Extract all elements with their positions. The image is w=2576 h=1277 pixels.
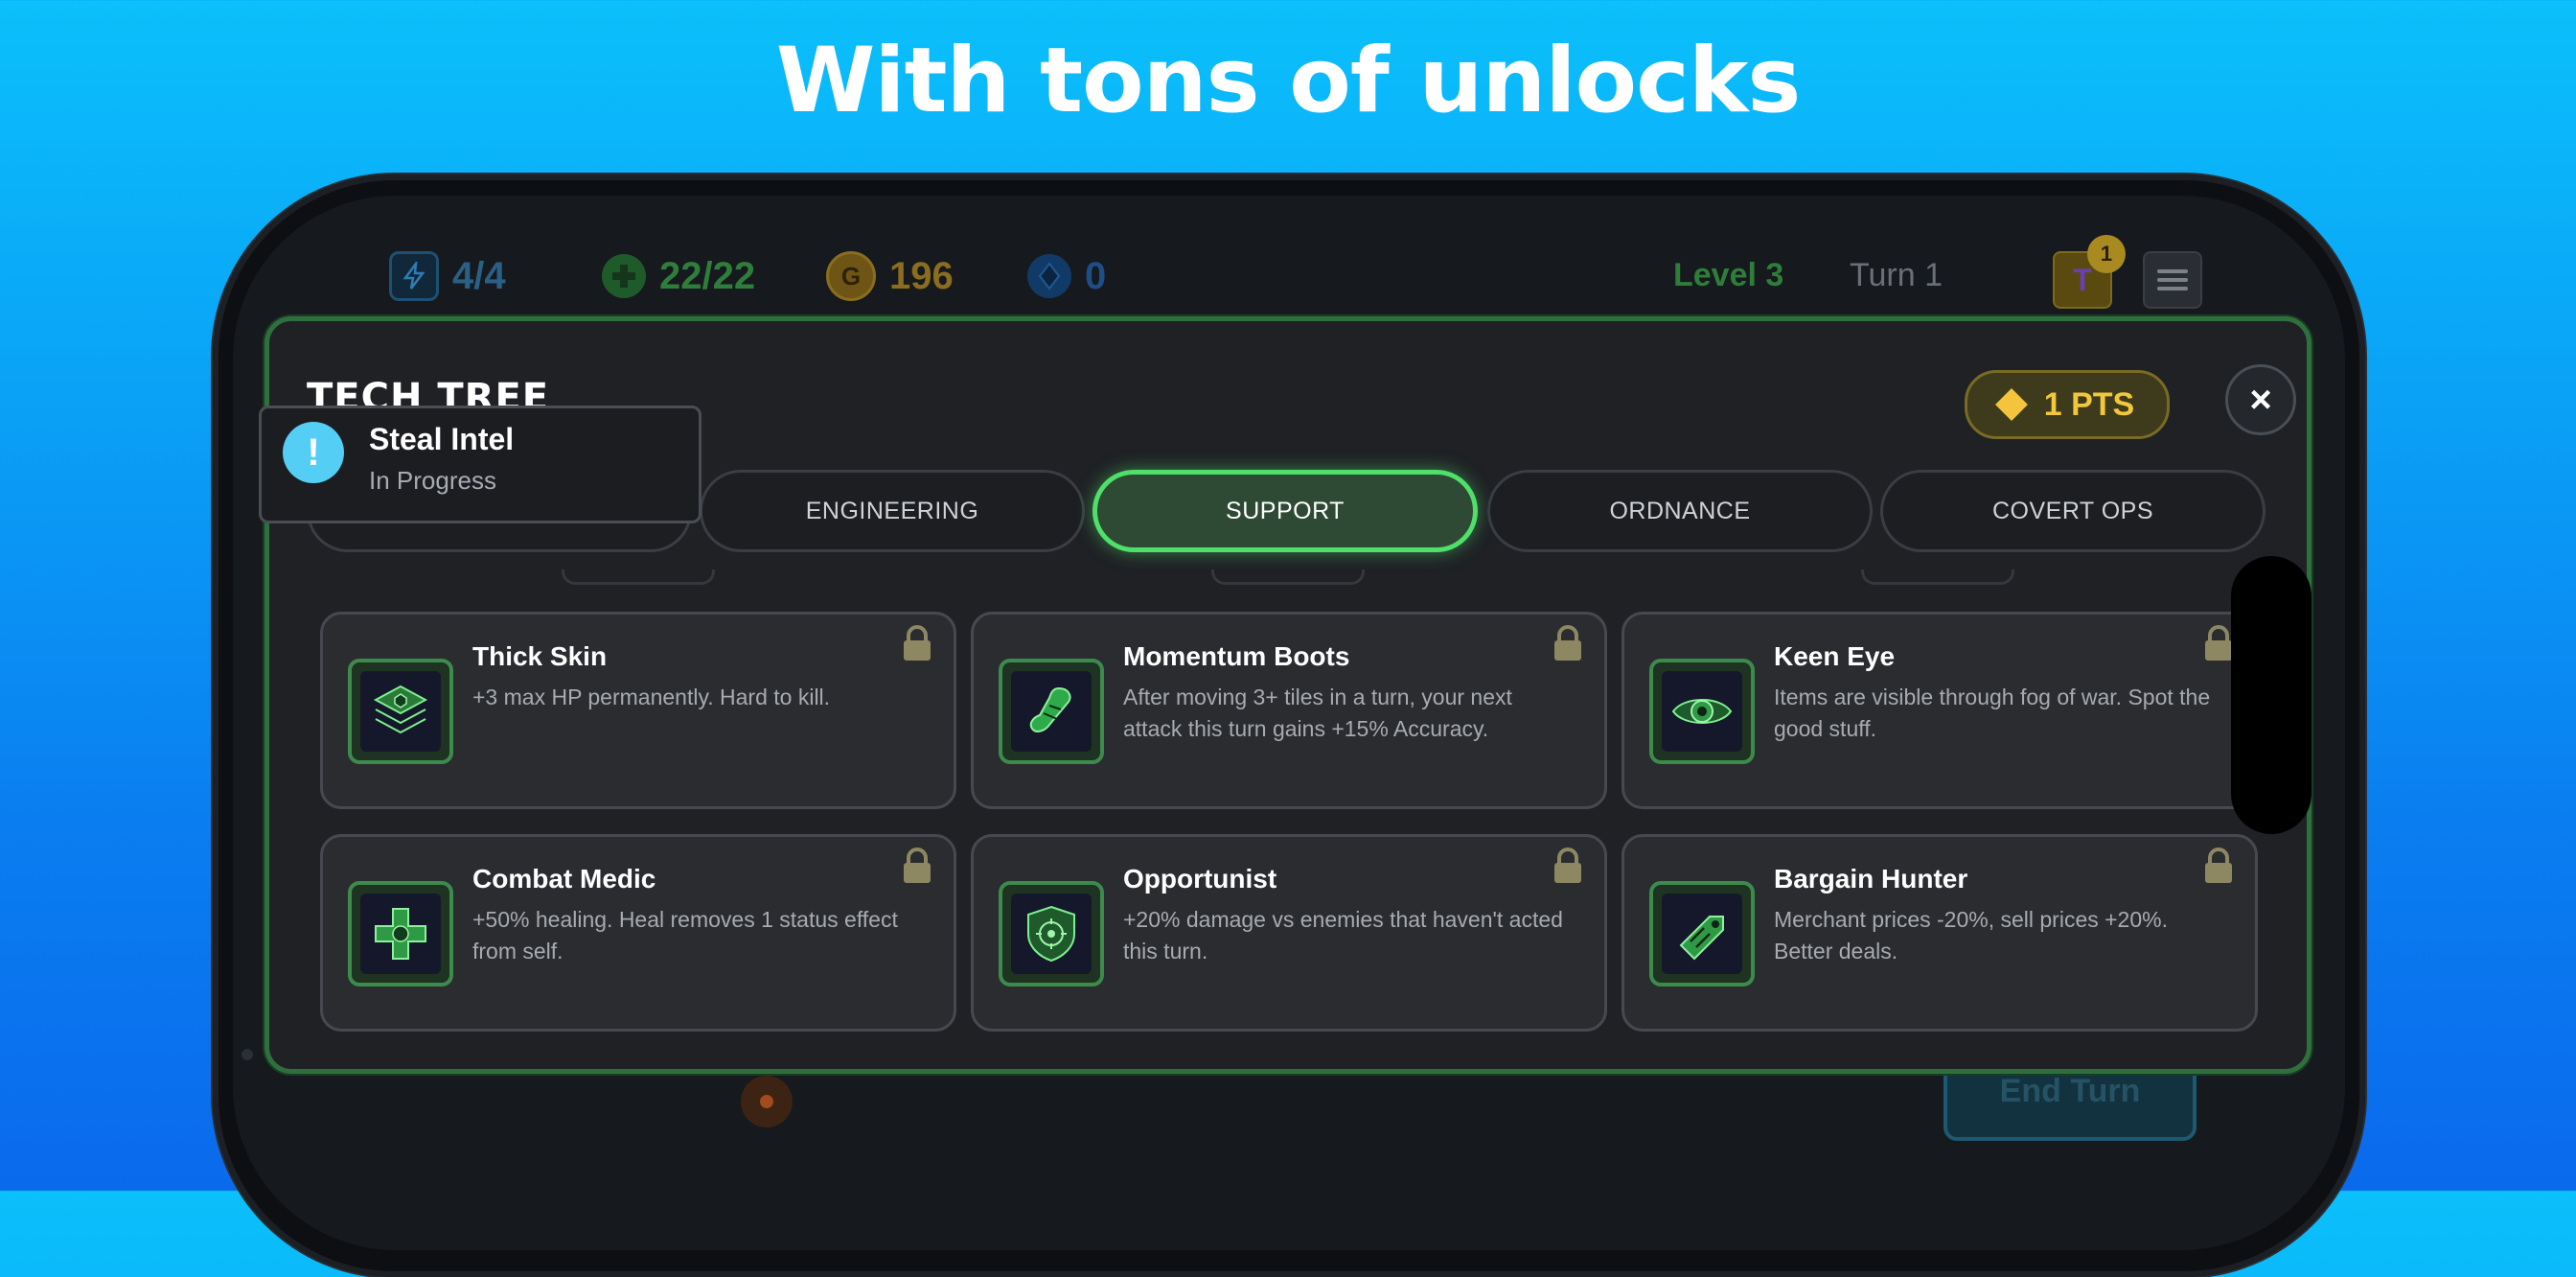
tab-connector <box>1861 569 2014 585</box>
headline: With tons of unlocks <box>775 29 1802 133</box>
notification-badge: 1 <box>2087 235 2126 273</box>
map-token-icon <box>741 1076 793 1127</box>
lock-icon <box>1554 625 1581 661</box>
lock-icon <box>1554 847 1581 883</box>
perk-description: +50% healing. Heal removes 1 status effe… <box>472 907 898 964</box>
perk-description: +3 max HP permanently. Hard to kill. <box>472 685 831 709</box>
menu-button[interactable] <box>2143 251 2202 309</box>
perk-card-opportunist[interactable]: Opportunist +20% damage vs enemies that … <box>971 834 1607 1032</box>
alert-icon: ! <box>283 422 344 483</box>
perk-card-thick-skin[interactable]: Thick Skin +3 max HP permanently. Hard t… <box>320 612 956 809</box>
close-button[interactable]: × <box>2225 364 2296 435</box>
perk-card-momentum-boots[interactable]: Momentum Boots After moving 3+ tiles in … <box>971 612 1607 809</box>
perk-card-keen-eye[interactable]: Keen Eye Items are visible through fog o… <box>1622 612 2258 809</box>
tab-connector <box>562 569 715 585</box>
perk-card-bargain-hunter[interactable]: Bargain Hunter Merchant prices -20%, sel… <box>1622 834 2258 1032</box>
health-plus-icon <box>602 254 646 298</box>
perk-description: Merchant prices -20%, sell prices +20%. … <box>1774 907 2168 964</box>
perk-title: Bargain Hunter <box>1774 864 1968 894</box>
diamond-icon <box>1994 388 2028 421</box>
gem-icon <box>1027 254 1071 298</box>
lock-icon <box>904 625 931 661</box>
perk-title: Opportunist <box>1123 864 1277 894</box>
perk-description: +20% damage vs enemies that haven't acte… <box>1123 907 1563 964</box>
hud-energy: 4/4 <box>389 247 506 305</box>
hud-gems: 0 <box>1027 247 1106 305</box>
gold-coin-icon: G <box>826 251 876 301</box>
toast-status: In Progress <box>369 466 496 495</box>
health-value: 22/22 <box>659 254 756 297</box>
perk-title: Thick Skin <box>472 641 608 671</box>
lock-icon <box>2205 847 2232 883</box>
perk-title: Momentum Boots <box>1123 641 1350 671</box>
toast-title: Steal Intel <box>369 422 515 456</box>
shield-target-icon <box>999 881 1104 987</box>
tab-covert-ops[interactable]: COVERT OPS <box>1880 470 2266 552</box>
medic-cross-icon <box>348 881 453 987</box>
perk-card-combat-medic[interactable]: Combat Medic +50% healing. Heal removes … <box>320 834 956 1032</box>
level-label: Level 3 <box>1673 257 1784 293</box>
points-value: 1 PTS <box>2043 385 2135 423</box>
armor-plates-icon <box>348 659 453 764</box>
energy-value: 4/4 <box>452 254 506 297</box>
phone-side-dot <box>242 1049 253 1060</box>
perk-title: Combat Medic <box>472 864 656 894</box>
price-tag-icon <box>1649 881 1755 987</box>
gold-value: 196 <box>889 254 954 297</box>
points-badge: 1 PTS <box>1965 370 2170 439</box>
boot-icon <box>999 659 1104 764</box>
lock-icon <box>904 847 931 883</box>
tab-support[interactable]: SUPPORT <box>1092 470 1478 552</box>
gems-value: 0 <box>1085 254 1107 297</box>
lightning-icon <box>389 251 439 301</box>
tab-connector <box>1211 569 1365 585</box>
panel-title: TECH TREE <box>307 376 550 408</box>
hamburger-icon <box>2157 269 2188 290</box>
perk-title: Keen Eye <box>1774 641 1896 671</box>
dynamic-island <box>2231 556 2312 834</box>
perk-description: Items are visible through fog of war. Sp… <box>1774 685 2211 741</box>
turn-label: Turn 1 <box>1850 257 1944 293</box>
tab-engineering[interactable]: ENGINEERING <box>700 470 1085 552</box>
perk-description: After moving 3+ tiles in a turn, your ne… <box>1123 685 1512 741</box>
tab-ordnance[interactable]: ORDNANCE <box>1487 470 1873 552</box>
toast-notification[interactable]: ! Steal Intel In Progress <box>259 406 702 523</box>
eye-icon <box>1649 659 1755 764</box>
hud-gold: G 196 <box>826 247 954 305</box>
hud-health: 22/22 <box>602 247 755 305</box>
